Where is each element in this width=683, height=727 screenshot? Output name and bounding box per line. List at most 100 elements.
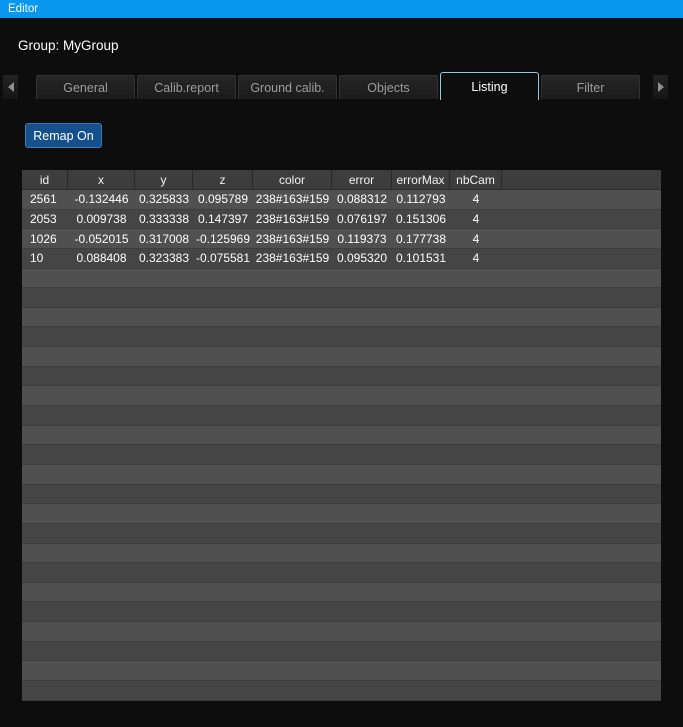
- column-header-errormax[interactable]: errorMax: [392, 170, 450, 189]
- table-empty-row: [22, 661, 661, 682]
- table-cell-x: 0.009738: [76, 211, 127, 226]
- table-cell-empty: [502, 524, 661, 543]
- table-cell-errormax: 0.112793: [396, 192, 446, 207]
- tab-ground-calib[interactable]: Ground calib.: [238, 75, 337, 99]
- table-empty-row: [22, 641, 661, 662]
- table-cell-nbcam: 4: [472, 211, 480, 226]
- table-cell-empty: [193, 524, 253, 543]
- table-cell-empty: [135, 367, 193, 386]
- tab-scroll-left-button[interactable]: [3, 75, 18, 99]
- table-cell-empty: [68, 327, 135, 346]
- table-empty-row: [22, 582, 661, 603]
- table-cell-empty: [450, 288, 502, 307]
- table-cell-empty: [392, 681, 450, 700]
- table-row[interactable]: 10 0.088408 0.323383 -0.075581 238#163#159 0.…: [22, 248, 661, 269]
- table-cell-empty: [450, 583, 502, 602]
- table-cell-empty: [22, 622, 68, 641]
- table-cell-empty: [392, 563, 450, 582]
- table-cell-empty: [392, 485, 450, 504]
- table-cell-id: 2053: [30, 211, 57, 226]
- tab-objects[interactable]: Objects: [339, 75, 438, 99]
- table-cell-empty: [135, 327, 193, 346]
- tab-calib-report[interactable]: Calib.report: [137, 75, 236, 99]
- tab-scroll-right-button[interactable]: [653, 75, 668, 99]
- table-cell-empty: [450, 642, 502, 661]
- column-header-y[interactable]: y: [135, 170, 193, 189]
- table-empty-row: [22, 327, 661, 348]
- table-cell-errormax: 0.151306: [395, 211, 447, 226]
- column-header-x[interactable]: x: [68, 170, 135, 189]
- table-cell-empty: [332, 622, 392, 641]
- column-header-color[interactable]: color: [253, 170, 332, 189]
- table-cell-empty: [450, 563, 502, 582]
- table-cell-empty: [502, 602, 661, 621]
- table-cell-empty: [502, 308, 661, 327]
- table-empty-row: [22, 268, 661, 289]
- table-cell-z: 0.095789: [197, 192, 249, 207]
- table-cell-y: 0.333338: [138, 211, 190, 226]
- table-cell-empty: [502, 229, 661, 248]
- table-cell-empty: [22, 485, 68, 504]
- table-cell-empty: [450, 445, 502, 464]
- table-empty-row: [22, 386, 661, 407]
- table-cell-empty: [450, 661, 502, 680]
- table-cell-empty: [332, 327, 392, 346]
- table-cell-id: 1026: [30, 231, 57, 246]
- tab-general[interactable]: General: [36, 75, 135, 99]
- column-header-nbcam[interactable]: nbCam: [450, 170, 502, 189]
- tab-label: Calib.report: [154, 80, 219, 95]
- table-cell-empty: [193, 269, 253, 288]
- column-header-id[interactable]: id: [22, 170, 68, 189]
- table-cell-empty: [502, 681, 661, 700]
- tab-label: Objects: [367, 80, 410, 95]
- table-cell-empty: [68, 524, 135, 543]
- table-cell-empty: [392, 622, 450, 641]
- table-cell-empty: [253, 347, 332, 366]
- table-cell-error: 0.076197: [336, 211, 388, 226]
- table-cell-empty: [22, 367, 68, 386]
- table-cell-empty: [135, 347, 193, 366]
- table-row[interactable]: 2053 0.009738 0.333338 0.147397 238#163#159 0…: [22, 209, 661, 230]
- table-cell-empty: [193, 308, 253, 327]
- table-cell-id: 2561: [30, 192, 57, 207]
- table-cell-empty: [392, 583, 450, 602]
- table-row[interactable]: 2561 -0.132446 0.325833 0.095789 238#163#159…: [22, 190, 661, 210]
- tab-label: Ground calib.: [250, 80, 325, 95]
- table-cell-error: 0.119373: [337, 231, 387, 246]
- table-cell-empty: [22, 544, 68, 563]
- table-cell-empty: [193, 288, 253, 307]
- table-cell-empty: [68, 406, 135, 425]
- table-cell-id: 10: [30, 251, 44, 266]
- table-cell-empty: [22, 327, 68, 346]
- tab-filter[interactable]: Filter: [541, 75, 640, 99]
- table-cell-empty: [392, 661, 450, 680]
- table-cell-empty: [253, 327, 332, 346]
- table-cell-empty: [502, 367, 661, 386]
- remap-on-button[interactable]: Remap On: [25, 123, 102, 148]
- table-cell-empty: [332, 642, 392, 661]
- table-cell-empty: [332, 661, 392, 680]
- window-titlebar[interactable]: Editor: [0, 0, 683, 18]
- table-cell-empty: [22, 308, 68, 327]
- table-cell-empty: [22, 563, 68, 582]
- table-cell-empty: [68, 386, 135, 405]
- table-cell-empty: [135, 465, 193, 484]
- table-header-row: id x y z color error errorMax nbCam: [22, 170, 661, 190]
- table-cell-empty: [193, 327, 253, 346]
- table-cell-empty: [502, 583, 661, 602]
- table-cell-empty: [392, 327, 450, 346]
- table-empty-row: [22, 504, 661, 524]
- table-cell-empty: [450, 681, 502, 700]
- column-header-z[interactable]: z: [193, 170, 253, 189]
- table-row[interactable]: 1026 -0.052015 0.317008 -0.125969 238#163#15…: [22, 229, 661, 249]
- table-cell-empty: [253, 563, 332, 582]
- table-cell-empty: [135, 504, 193, 523]
- window-title: Editor: [8, 3, 39, 15]
- table-cell-empty: [253, 386, 332, 405]
- column-header-error[interactable]: error: [332, 170, 392, 189]
- table-cell-x: 0.088408: [76, 251, 127, 266]
- tab-label: Filter: [576, 80, 605, 95]
- table-cell-empty: [68, 544, 135, 563]
- table-cell-empty: [332, 386, 392, 405]
- tab-listing[interactable]: Listing: [440, 72, 539, 100]
